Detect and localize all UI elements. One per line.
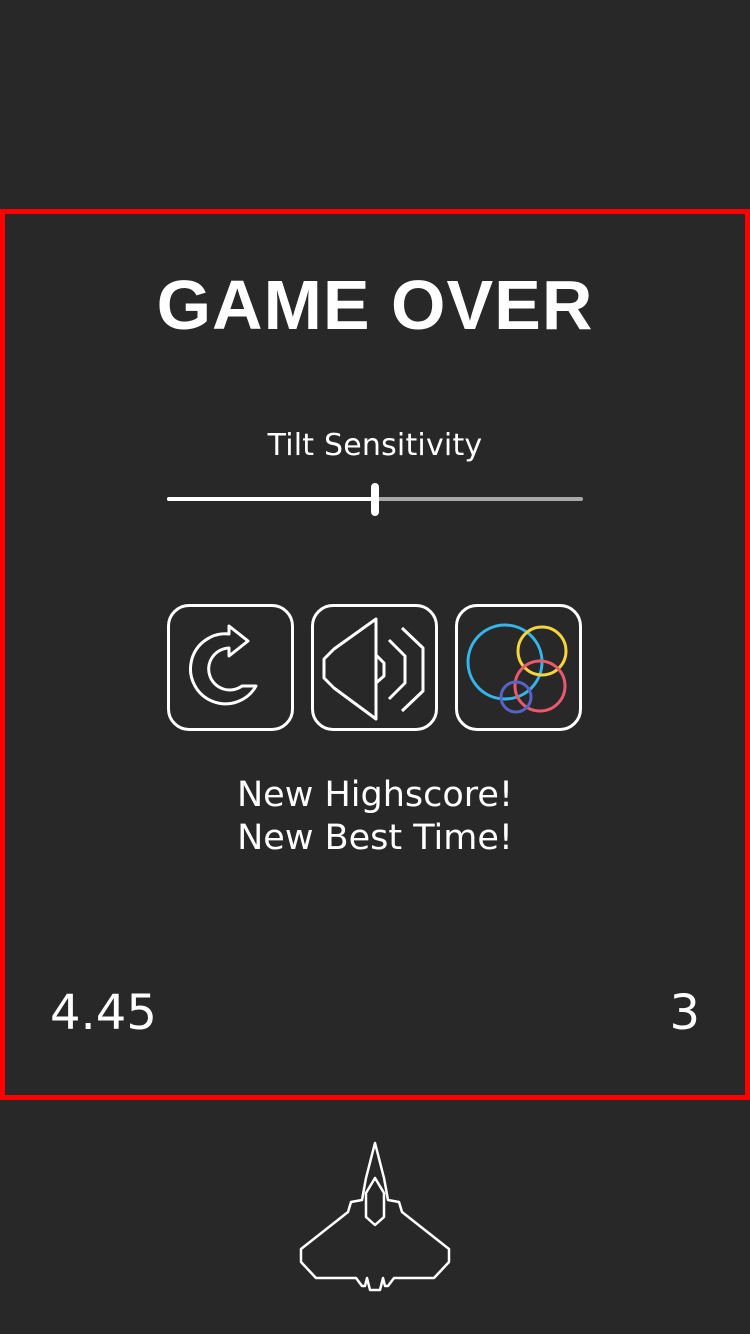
- tilt-sensitivity-label: Tilt Sensitivity: [267, 428, 483, 463]
- slider-thumb[interactable]: [371, 483, 379, 516]
- restart-icon: [189, 624, 258, 706]
- spaceship-icon: [299, 1141, 451, 1292]
- restart-button[interactable]: [167, 604, 294, 731]
- score-value: 3: [669, 985, 700, 1041]
- new-best-time-message: New Best Time!: [237, 818, 513, 858]
- time-value: 4.45: [50, 985, 157, 1041]
- speaker-icon: [322, 617, 425, 721]
- game-center-icon: [466, 623, 568, 714]
- new-highscore-message: New Highscore!: [237, 775, 513, 815]
- game-over-title: GAME OVER: [156, 266, 594, 344]
- game-center-button[interactable]: [455, 604, 582, 731]
- tilt-sensitivity-slider[interactable]: [167, 480, 583, 520]
- slider-fill: [167, 497, 375, 501]
- sound-button[interactable]: [311, 604, 438, 731]
